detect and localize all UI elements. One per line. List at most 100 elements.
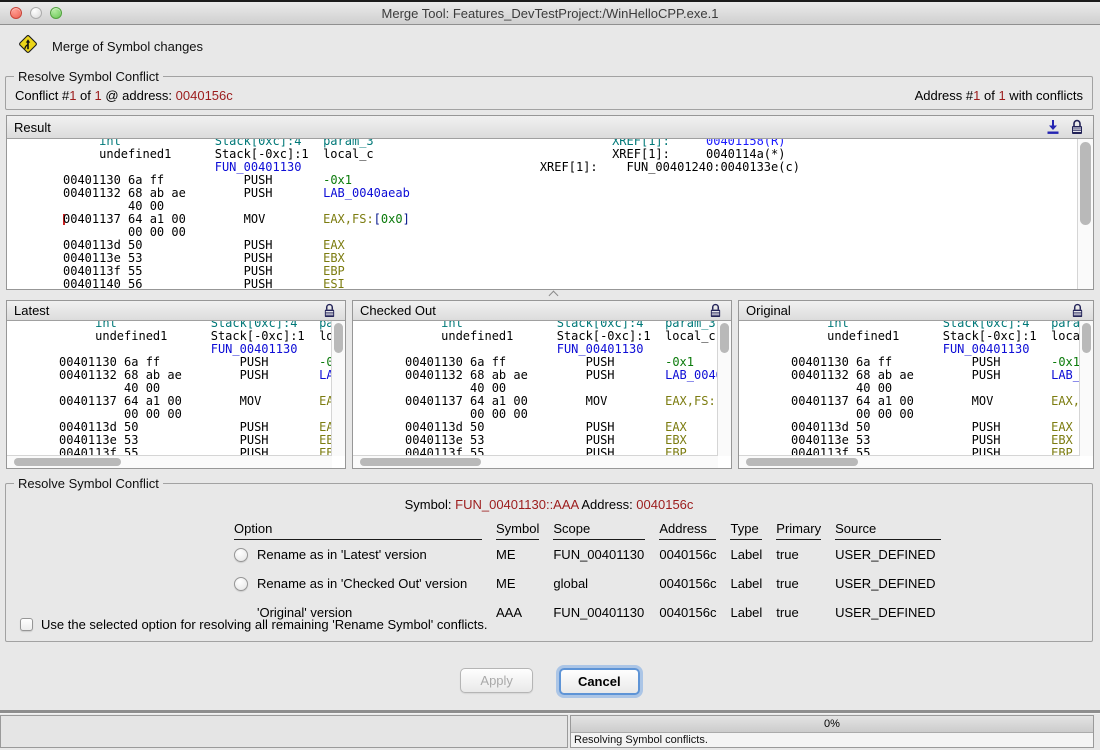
result-panel: Result int Stack[0xc]:4 param_3 <box>6 115 1094 290</box>
scroll-to-bottom-button[interactable] <box>1044 119 1062 136</box>
use-for-all-row: Use the selected option for resolving al… <box>20 617 487 632</box>
scrollbar-thumb[interactable] <box>334 323 343 353</box>
cell-source: USER_DEFINED <box>835 569 955 598</box>
option-radio[interactable] <box>234 548 248 562</box>
column-header-scope: Scope <box>553 521 659 540</box>
cell-source: USER_DEFINED <box>835 540 955 569</box>
original-panel-title: Original <box>746 303 791 318</box>
merge-tool-window: { "titlebar": { "title": "Merge Tool: Fe… <box>0 0 1100 750</box>
cell-symbol: AAA <box>496 598 553 627</box>
conflict-counter: Conflict #1 of 1 @ address: 0040156c <box>15 88 233 103</box>
result-panel-header: Result <box>7 116 1093 139</box>
latest-listing[interactable]: int Stack[0xc]:4 param_3 undefined1 Stac… <box>7 321 332 456</box>
original-listing[interactable]: int Stack[0xc]:4 param_3 undefined1 Stac… <box>739 321 1080 456</box>
horizontal-splitter[interactable] <box>6 289 1094 299</box>
lock-button[interactable] <box>320 302 338 319</box>
option-label: Rename as in 'Latest' version <box>257 547 427 562</box>
cancel-button[interactable]: Cancel <box>559 668 640 695</box>
status-right-panel: 0% Resolving Symbol conflicts. <box>570 715 1094 748</box>
option-row: Rename as in 'Checked Out' version MEglob… <box>234 569 955 598</box>
latest-panel-header: Latest <box>7 301 345 321</box>
use-for-all-label: Use the selected option for resolving al… <box>41 617 487 632</box>
column-header-symbol: Symbol <box>496 521 553 540</box>
merge-phase-title: Merge of Symbol changes <box>52 39 203 54</box>
checked-out-panel-title: Checked Out <box>360 303 436 318</box>
cell-primary: true <box>776 598 835 627</box>
status-divider <box>0 710 1100 714</box>
original-horizontal-scrollbar[interactable] <box>739 455 1080 468</box>
cell-symbol: ME <box>496 540 553 569</box>
column-header-type: Type <box>730 521 776 540</box>
result-vertical-scrollbar[interactable] <box>1077 139 1093 289</box>
symbol-info: Symbol: FUN_00401130::AAA Address: 00401… <box>6 497 1092 512</box>
listing-line: 00401140 56 PUSH ESI <box>63 278 1078 289</box>
result-listing[interactable]: int Stack[0xc]:4 param_3 XREF[1]: 004011… <box>7 139 1078 289</box>
option-label: Rename as in 'Checked Out' version <box>257 576 467 591</box>
checked-out-panel-header: Checked Out <box>353 301 731 321</box>
listing-line: 00401132 68 ab ae PUSH LAB_0040aeab <box>63 187 1078 200</box>
scrollbar-thumb[interactable] <box>720 323 729 353</box>
lock-button[interactable] <box>1068 302 1086 319</box>
apply-button[interactable]: Apply <box>460 668 533 693</box>
cell-scope: FUN_00401130 <box>553 598 659 627</box>
scrollbar-thumb[interactable] <box>746 458 859 466</box>
column-header-address: Address <box>659 521 730 540</box>
status-left-panel <box>0 715 568 748</box>
cell-type: Label <box>730 598 776 627</box>
cell-address: 0040156c <box>659 598 730 627</box>
option-row: Rename as in 'Latest' version MEFUN_00401… <box>234 540 955 569</box>
latest-horizontal-scrollbar[interactable] <box>7 455 332 468</box>
panel-original: Original int Stack[0xc]:4 param_3 undefi… <box>738 300 1094 469</box>
lock-icon <box>709 303 722 318</box>
cell-address: 0040156c <box>659 569 730 598</box>
panel-latest: Latest int Stack[0xc]:4 param_3 undefine… <box>6 300 346 469</box>
merge-sign-icon <box>18 34 38 59</box>
checked-out-horizontal-scrollbar[interactable] <box>353 455 718 468</box>
original-vertical-scrollbar[interactable] <box>1079 321 1093 456</box>
status-message: Resolving Symbol conflicts. <box>571 733 1093 746</box>
scrollbar-thumb[interactable] <box>14 458 121 466</box>
latest-panel-title: Latest <box>14 303 49 318</box>
cell-symbol: ME <box>496 569 553 598</box>
option-radio[interactable] <box>234 577 248 591</box>
progress-label: 0% <box>824 718 840 730</box>
checked-out-listing[interactable]: int Stack[0xc]:4 param_3 undefined1 Stac… <box>353 321 718 456</box>
lock-button[interactable] <box>1068 119 1086 136</box>
cell-primary: true <box>776 569 835 598</box>
lock-button[interactable] <box>706 302 724 319</box>
splitter-handle-icon <box>549 291 559 301</box>
conflict-info-group: Resolve Symbol Conflict Conflict #1 of 1… <box>5 76 1093 110</box>
group-title: Resolve Symbol Conflict <box>14 69 163 84</box>
checked-out-vertical-scrollbar[interactable] <box>717 321 731 456</box>
address-counter: Address #1 of 1 with conflicts <box>915 88 1083 103</box>
cell-primary: true <box>776 540 835 569</box>
cell-type: Label <box>730 569 776 598</box>
titlebar: Merge Tool: Features_DevTestProject:/Win… <box>0 0 1100 25</box>
column-header-source: Source <box>835 521 955 540</box>
cell-type: Label <box>730 540 776 569</box>
resolve-conflict-group: Resolve Symbol Conflict Symbol: FUN_0040… <box>5 483 1093 642</box>
lock-icon <box>323 303 336 318</box>
group-title: Resolve Symbol Conflict <box>14 476 163 491</box>
scrollbar-thumb[interactable] <box>1080 142 1091 225</box>
merge-header: Merge of Symbol changes <box>18 34 203 59</box>
lock-icon <box>1070 119 1084 135</box>
cell-scope: FUN_00401130 <box>553 540 659 569</box>
window-title: Merge Tool: Features_DevTestProject:/Win… <box>0 6 1100 21</box>
lock-icon <box>1071 303 1084 318</box>
use-for-all-checkbox[interactable] <box>20 618 33 631</box>
scrollbar-thumb[interactable] <box>1082 323 1091 353</box>
latest-vertical-scrollbar[interactable] <box>331 321 345 456</box>
column-header-primary: Primary <box>776 521 835 540</box>
panel-checked-out: Checked Out int Stack[0xc]:4 param_3 und… <box>352 300 732 469</box>
result-panel-title: Result <box>14 120 51 135</box>
progress-bar: 0% <box>571 716 1093 733</box>
scrollbar-thumb[interactable] <box>360 458 480 466</box>
cell-source: USER_DEFINED <box>835 598 955 627</box>
cell-scope: global <box>553 569 659 598</box>
cell-address: 0040156c <box>659 540 730 569</box>
options-table: OptionSymbolScopeAddressTypePrimarySourc… <box>234 521 955 627</box>
listing-line: 00401137 64 a1 00 MOV EAX,FS:[0x0] <box>63 213 1078 226</box>
column-header-option: Option <box>234 521 496 540</box>
scroll-to-bottom-icon <box>1046 119 1060 135</box>
